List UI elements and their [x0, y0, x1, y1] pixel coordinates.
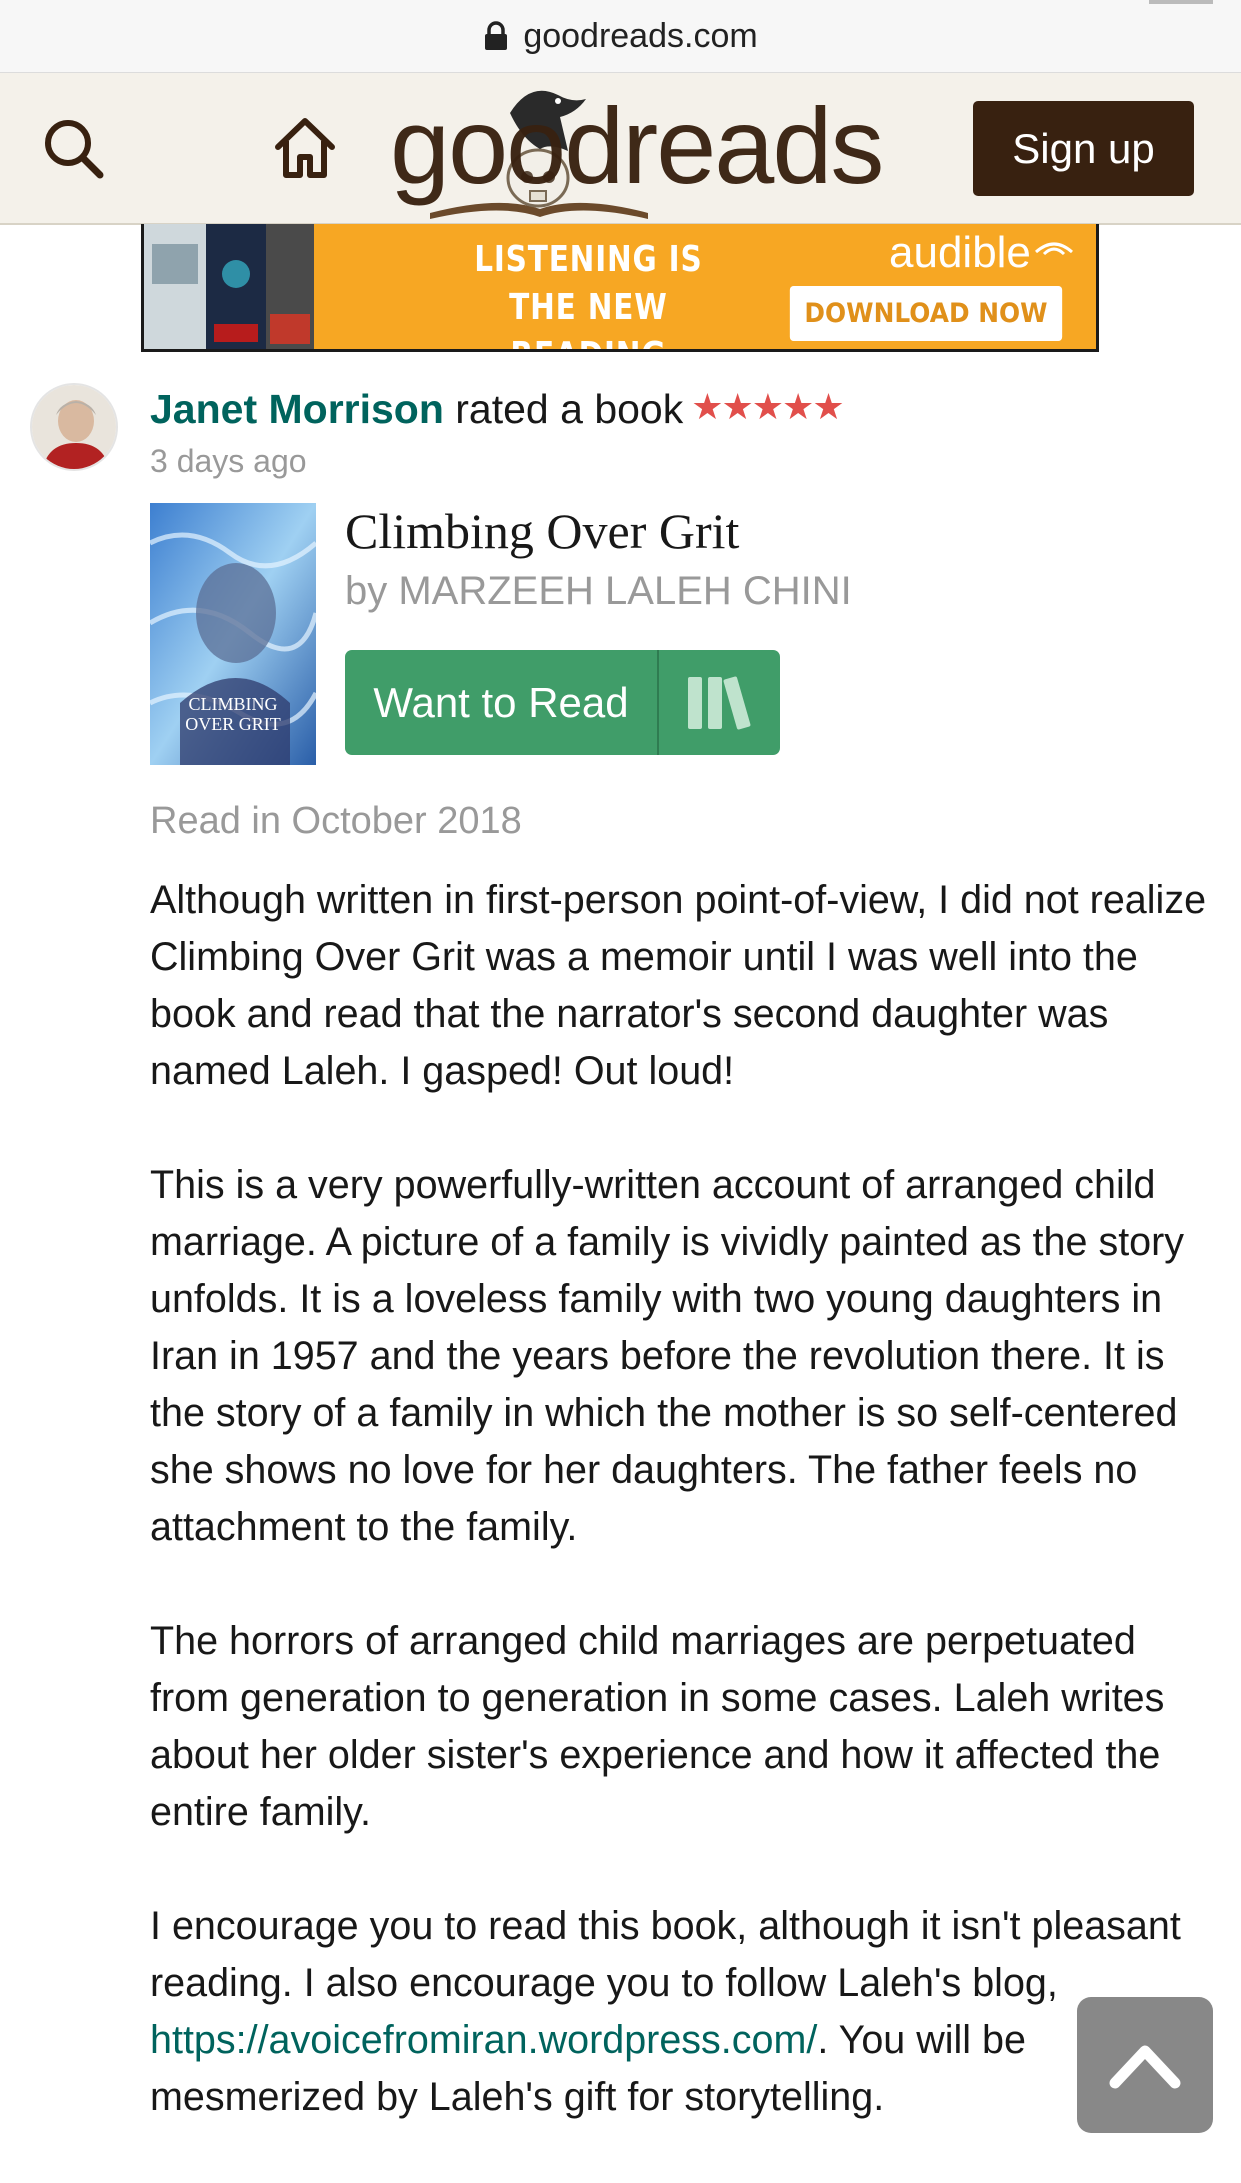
home-icon[interactable] — [272, 115, 338, 181]
logo-wordmark: goodreads — [390, 85, 884, 206]
site-header: goodreads Sign up — [0, 73, 1241, 225]
ad-book-covers-image — [144, 224, 314, 349]
audible-brand: audible — [889, 228, 1031, 277]
review-paragraph: This is a very powerfully-written accoun… — [150, 1163, 1185, 1549]
bookshelf-icon — [687, 676, 750, 729]
search-icon[interactable] — [42, 117, 104, 179]
book-title-link[interactable]: Climbing Over Grit — [345, 502, 739, 560]
goodreads-logo[interactable]: goodreads — [390, 73, 884, 223]
audible-signal-icon — [1035, 242, 1073, 256]
review-paragraph: Although written in first-person point-o… — [150, 878, 1207, 1093]
read-date: Read in October 2018 — [150, 800, 522, 842]
rating-action-text: rated a book — [443, 386, 684, 432]
svg-text:OVER GRIT: OVER GRIT — [185, 714, 281, 734]
lock-icon — [485, 21, 508, 50]
star-rating: ★★★★★ — [691, 386, 844, 427]
blog-link[interactable]: https://avoicefromiran.wordpress.com/ — [150, 2018, 817, 2062]
shelf-dropdown-button[interactable] — [659, 650, 780, 755]
ad-download-button[interactable]: DOWNLOAD NOW — [789, 286, 1063, 341]
sign-up-button[interactable]: Sign up — [973, 101, 1194, 196]
want-to-read-button[interactable]: Want to Read — [345, 650, 780, 755]
review-text-before-link: I encourage you to read this book, altho… — [150, 1904, 1181, 2005]
browser-url-bar[interactable]: goodreads.com — [0, 0, 1241, 73]
book-cover[interactable]: CLIMBING OVER GRIT — [150, 503, 316, 765]
svg-text:CLIMBING: CLIMBING — [189, 694, 278, 714]
review-paragraph: The horrors of arranged child marriages … — [150, 1619, 1165, 1834]
book-author-link[interactable]: by MARZEEH LALEH CHINI — [345, 569, 852, 614]
audible-ad-banner[interactable]: LISTENING IS THE NEW READING audible DOW… — [141, 224, 1099, 352]
tab-indicator — [1149, 0, 1213, 4]
chevron-up-icon — [1109, 2045, 1181, 2089]
reviewer-name-link[interactable]: Janet Morrison — [150, 386, 444, 432]
ad-tagline-line1: LISTENING IS — [474, 239, 703, 280]
url-text: goodreads.com — [523, 16, 758, 55]
review-timestamp[interactable]: 3 days ago — [150, 443, 307, 480]
reviewer-photo — [32, 385, 116, 469]
want-to-read-label[interactable]: Want to Read — [345, 650, 659, 755]
review-rating-line: Janet Morrison rated a book ★★★★★ — [150, 386, 845, 433]
review-text: Although written in first-person point-o… — [150, 872, 1220, 2183]
ad-tagline: LISTENING IS THE NEW READING — [449, 236, 728, 349]
review-paragraph-last: I encourage you to read this book, altho… — [150, 1898, 1220, 2126]
scroll-to-top-button[interactable] — [1077, 1997, 1213, 2133]
ad-tagline-line2: THE NEW READING — [509, 287, 668, 349]
reviewer-avatar[interactable] — [30, 383, 118, 471]
